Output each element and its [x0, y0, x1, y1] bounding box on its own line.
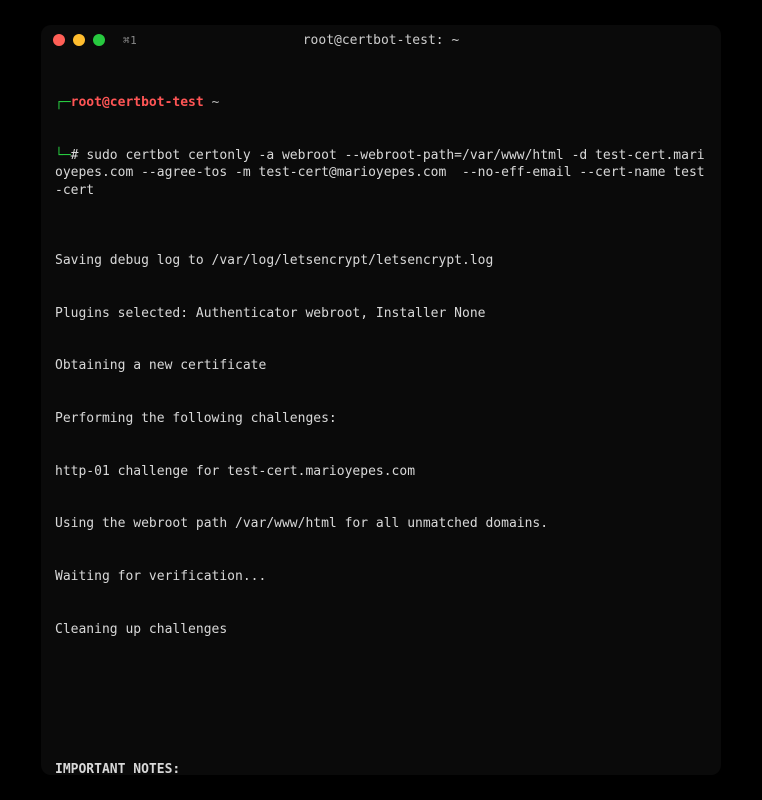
terminal-window: ⌘1 root@certbot-test: ~ ┌─root@certbot-t… [41, 25, 721, 775]
output-line: Obtaining a new certificate [55, 357, 707, 375]
output-line: Cleaning up challenges [55, 621, 707, 639]
traffic-lights [53, 34, 105, 46]
titlebar: ⌘1 root@certbot-test: ~ [41, 25, 721, 55]
output-line: Saving debug log to /var/log/letsencrypt… [55, 252, 707, 270]
minimize-icon[interactable] [73, 34, 85, 46]
command-text: sudo certbot certonly -a webroot --webro… [55, 148, 705, 198]
prompt-path: ~ [204, 95, 220, 110]
command-line: └─# sudo certbot certonly -a webroot --w… [55, 147, 707, 200]
window-title: root@certbot-test: ~ [41, 33, 721, 48]
prompt-line: ┌─root@certbot-test ~ [55, 94, 707, 112]
notes-header: IMPORTANT NOTES: [55, 761, 707, 775]
prompt-marker-icon: └─ [55, 148, 71, 163]
output-line: Performing the following challenges: [55, 410, 707, 428]
tab-shortcut-label: ⌘1 [123, 34, 137, 47]
output-line: Plugins selected: Authenticator webroot,… [55, 305, 707, 323]
prompt-user-host: root@certbot-test [71, 95, 204, 110]
maximize-icon[interactable] [93, 34, 105, 46]
prompt-hash: # [71, 148, 87, 163]
output-line: Using the webroot path /var/www/html for… [55, 515, 707, 533]
blank-line [55, 691, 707, 709]
prompt-marker-icon: ┌─ [55, 95, 71, 110]
close-icon[interactable] [53, 34, 65, 46]
output-line: Waiting for verification... [55, 568, 707, 586]
output-line: http-01 challenge for test-cert.marioyep… [55, 463, 707, 481]
terminal-body[interactable]: ┌─root@certbot-test ~ └─# sudo certbot c… [41, 55, 721, 775]
